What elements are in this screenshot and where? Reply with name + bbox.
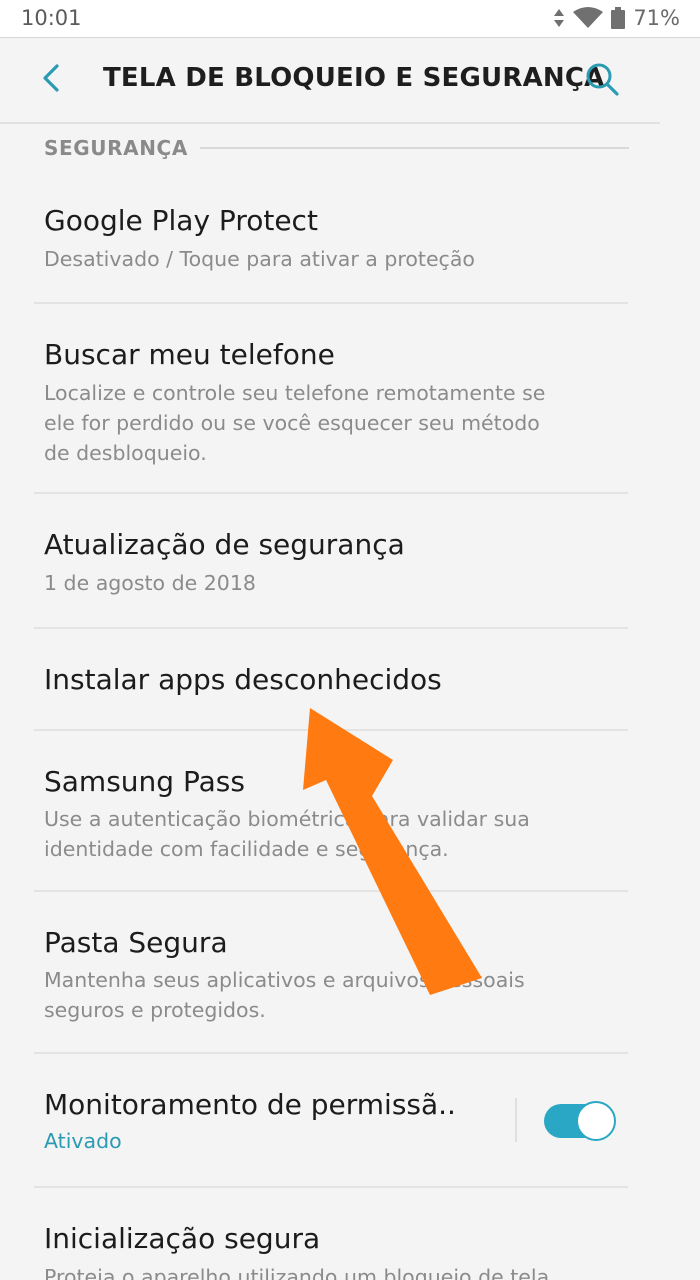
item-subtitle-line-2: seguros e protegidos. [44,998,266,1022]
battery-icon [611,7,626,29]
item-subtitle-line-1: Localize e controle seu telefone remotam… [44,381,546,405]
toggle-separator [515,1098,517,1142]
item-title: Inicialização segura [44,1222,321,1255]
item-subtitle-line-3: de desbloqueio. [44,441,207,465]
toggle-thumb [576,1101,616,1141]
item-title: Monitoramento de permissã.. [44,1088,456,1121]
item-title: Google Play Protect [44,204,318,237]
section-divider [199,147,629,149]
item-subtitle-line-2: ele for perdido ou se você esquecer seu … [44,411,540,435]
item-subtitle-line-2: identidade com facilidade e segurança. [44,837,449,861]
app-bar-divider [0,122,660,124]
wifi-icon [573,7,604,29]
app-bar: TELA DE BLOQUEIO E SEGURANÇA [0,39,700,123]
item-status: Ativado [44,1129,122,1153]
section-title: SEGURANÇA [44,136,188,160]
data-arrows-icon [553,8,565,28]
item-subtitle-line-1: Mantenha seus aplicativos e arquivos pes… [44,968,525,992]
setting-google-play-protect[interactable]: Google Play Protect Desativado / Toque p… [0,190,700,304]
setting-security-update[interactable]: Atualização de segurança 1 de agosto de … [0,494,700,628]
item-title: Pasta Segura [44,926,228,959]
status-time: 10:01 [21,6,82,30]
setting-samsung-pass[interactable]: Samsung Pass Use a autenticação biométri… [0,731,700,891]
search-button[interactable] [580,59,624,103]
back-button[interactable] [30,59,72,101]
search-icon [585,62,619,100]
battery-percentage: 71% [633,6,680,30]
setting-find-my-phone[interactable]: Buscar meu telefone Localize e controle … [0,304,700,494]
status-icons: 71% [553,5,680,31]
item-subtitle: Proteja o aparelho utilizando um bloquei… [44,1265,550,1280]
permission-monitoring-toggle[interactable] [544,1101,616,1141]
status-bar: 10:01 71% [0,0,700,38]
setting-secure-folder[interactable]: Pasta Segura Mantenha seus aplicativos e… [0,892,700,1052]
item-subtitle: 1 de agosto de 2018 [44,571,256,595]
item-title: Instalar apps desconhecidos [44,663,442,696]
section-header: SEGURANÇA [44,134,629,162]
item-title: Samsung Pass [44,765,245,798]
page-title: TELA DE BLOQUEIO E SEGURANÇA [103,63,605,93]
setting-install-unknown-apps[interactable]: Instalar apps desconhecidos [0,629,700,729]
item-title: Atualização de segurança [44,528,405,561]
item-subtitle-line-1: Use a autenticação biométrica para valid… [44,807,530,831]
chevron-left-icon [40,63,62,97]
item-title: Buscar meu telefone [44,338,335,371]
item-subtitle: Desativado / Toque para ativar a proteçã… [44,247,475,271]
setting-secure-startup[interactable]: Inicialização segura Proteja o aparelho … [0,1188,700,1280]
